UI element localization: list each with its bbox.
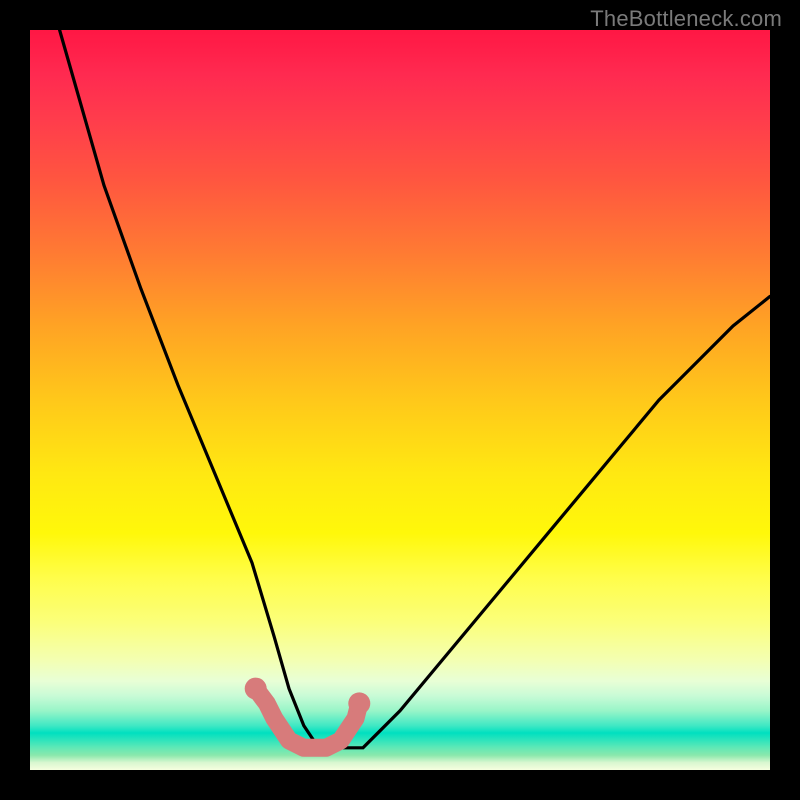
accent-dot bbox=[245, 678, 267, 700]
accent-segment bbox=[256, 689, 360, 748]
chart-frame: TheBottleneck.com bbox=[0, 0, 800, 800]
main-curve bbox=[60, 30, 770, 748]
accent-dot bbox=[348, 692, 370, 714]
plot-area bbox=[30, 30, 770, 770]
chart-svg bbox=[30, 30, 770, 770]
attribution-text: TheBottleneck.com bbox=[590, 6, 782, 32]
